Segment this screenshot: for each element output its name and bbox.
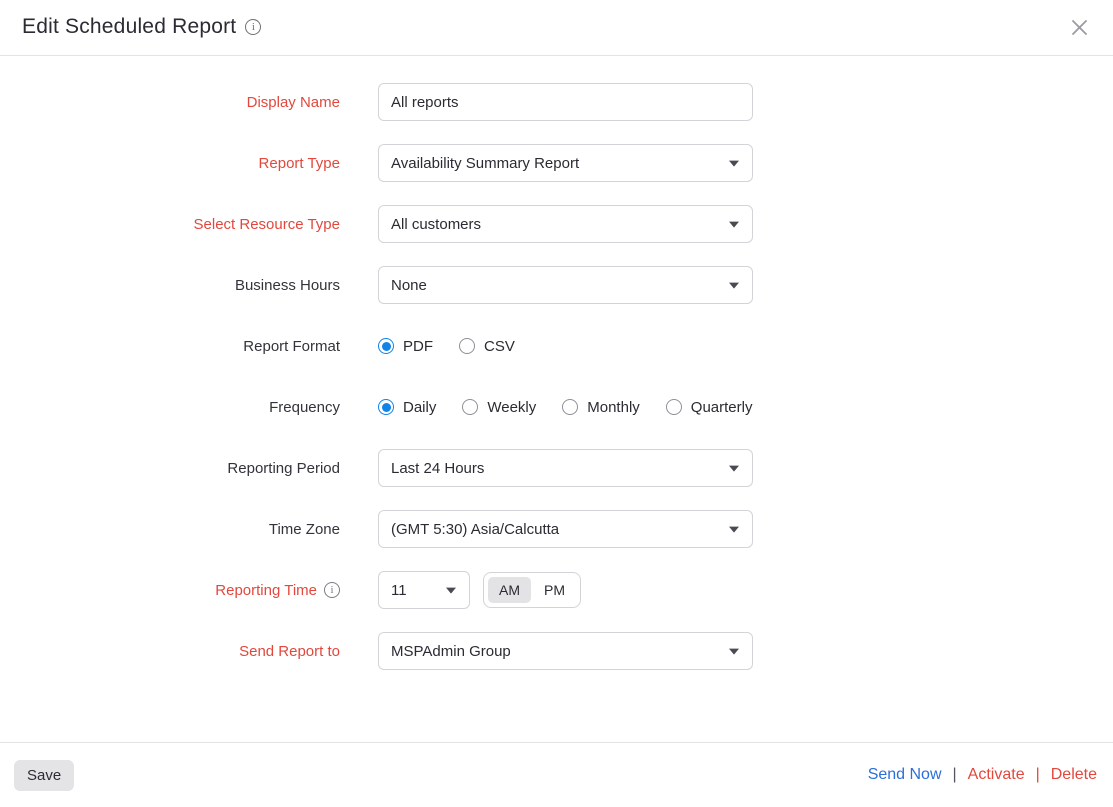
report-type-row: Report Type Availability Summary Report — [0, 144, 1113, 182]
radio-pdf-label: PDF — [403, 338, 433, 355]
meridiem-toggle: AM PM — [483, 572, 581, 608]
meridiem-pm-button[interactable]: PM — [533, 577, 576, 603]
scheduled-report-form: Display Name Report Type Availability Su… — [0, 56, 1113, 670]
business-hours-label: Business Hours — [0, 277, 340, 294]
reporting-period-value: Last 24 Hours — [391, 460, 484, 477]
time-zone-dropdown[interactable]: (GMT 5:30) Asia/Calcutta — [378, 510, 753, 548]
radio-icon — [562, 399, 578, 415]
radio-icon — [462, 399, 478, 415]
report-format-row: Report Format PDF CSV — [0, 327, 1113, 365]
time-zone-row: Time Zone (GMT 5:30) Asia/Calcutta — [0, 510, 1113, 548]
send-report-to-value: MSPAdmin Group — [391, 643, 511, 660]
chevron-down-icon — [729, 161, 739, 167]
link-separator: | — [953, 766, 957, 784]
resource-type-dropdown[interactable]: All customers — [378, 205, 753, 243]
chevron-down-icon — [729, 649, 739, 655]
activate-link[interactable]: Activate — [968, 766, 1025, 784]
reporting-time-label: Reporting Time — [0, 582, 340, 599]
send-report-to-label: Send Report to — [0, 643, 340, 660]
radio-quarterly-label: Quarterly — [691, 399, 753, 416]
report-type-value: Availability Summary Report — [391, 155, 579, 172]
send-report-to-row: Send Report to MSPAdmin Group — [0, 632, 1113, 670]
delete-link[interactable]: Delete — [1051, 766, 1097, 784]
business-hours-row: Business Hours None — [0, 266, 1113, 304]
reporting-hour-value: 11 — [391, 582, 407, 599]
reporting-time-row: Reporting Time 11 AM PM — [0, 571, 1113, 609]
business-hours-dropdown[interactable]: None — [378, 266, 753, 304]
link-separator: | — [1036, 766, 1040, 784]
radio-csv-label: CSV — [484, 338, 515, 355]
display-name-row: Display Name — [0, 83, 1113, 121]
radio-icon — [459, 338, 475, 354]
resource-type-label: Select Resource Type — [0, 216, 340, 233]
radio-monthly[interactable]: Monthly — [562, 399, 640, 416]
frequency-label: Frequency — [0, 399, 340, 416]
report-format-options: PDF CSV — [378, 338, 838, 355]
save-button[interactable]: Save — [14, 760, 74, 791]
radio-weekly-label: Weekly — [487, 399, 536, 416]
report-format-label: Report Format — [0, 338, 340, 355]
footer-links: Send Now | Activate | Delete — [868, 766, 1097, 784]
reporting-time-info-icon[interactable] — [324, 582, 340, 598]
display-name-input[interactable] — [378, 83, 753, 121]
reporting-hour-dropdown[interactable]: 11 — [378, 571, 470, 609]
reporting-period-row: Reporting Period Last 24 Hours — [0, 449, 1113, 487]
business-hours-value: None — [391, 277, 427, 294]
radio-daily-label: Daily — [403, 399, 436, 416]
reporting-period-label: Reporting Period — [0, 460, 340, 477]
send-now-link[interactable]: Send Now — [868, 766, 942, 784]
radio-quarterly[interactable]: Quarterly — [666, 399, 753, 416]
radio-icon — [378, 338, 394, 354]
time-zone-value: (GMT 5:30) Asia/Calcutta — [391, 521, 559, 538]
reporting-period-dropdown[interactable]: Last 24 Hours — [378, 449, 753, 487]
resource-type-value: All customers — [391, 216, 481, 233]
chevron-down-icon — [729, 222, 739, 228]
page-title: Edit Scheduled Report — [22, 15, 236, 39]
edit-scheduled-report-dialog: Edit Scheduled Report Display Name Repor… — [0, 0, 1113, 670]
dialog-header: Edit Scheduled Report — [0, 0, 1113, 56]
chevron-down-icon — [729, 527, 739, 533]
radio-pdf[interactable]: PDF — [378, 338, 433, 355]
chevron-down-icon — [729, 283, 739, 289]
resource-type-row: Select Resource Type All customers — [0, 205, 1113, 243]
dialog-footer: Save Send Now | Activate | Delete — [0, 742, 1113, 807]
radio-weekly[interactable]: Weekly — [462, 399, 536, 416]
radio-icon — [666, 399, 682, 415]
title-info-icon[interactable] — [245, 19, 261, 35]
radio-monthly-label: Monthly — [587, 399, 640, 416]
frequency-row: Frequency Daily Weekly Monthly Quarterly — [0, 388, 1113, 426]
radio-icon — [378, 399, 394, 415]
chevron-down-icon — [446, 588, 456, 594]
close-icon[interactable] — [1067, 15, 1091, 39]
reporting-time-label-text: Reporting Time — [215, 582, 317, 599]
chevron-down-icon — [729, 466, 739, 472]
display-name-label: Display Name — [0, 94, 340, 111]
time-zone-label: Time Zone — [0, 521, 340, 538]
frequency-options: Daily Weekly Monthly Quarterly — [378, 399, 838, 416]
meridiem-am-button[interactable]: AM — [488, 577, 531, 603]
report-type-label: Report Type — [0, 155, 340, 172]
send-report-to-dropdown[interactable]: MSPAdmin Group — [378, 632, 753, 670]
radio-csv[interactable]: CSV — [459, 338, 515, 355]
report-type-dropdown[interactable]: Availability Summary Report — [378, 144, 753, 182]
radio-daily[interactable]: Daily — [378, 399, 436, 416]
